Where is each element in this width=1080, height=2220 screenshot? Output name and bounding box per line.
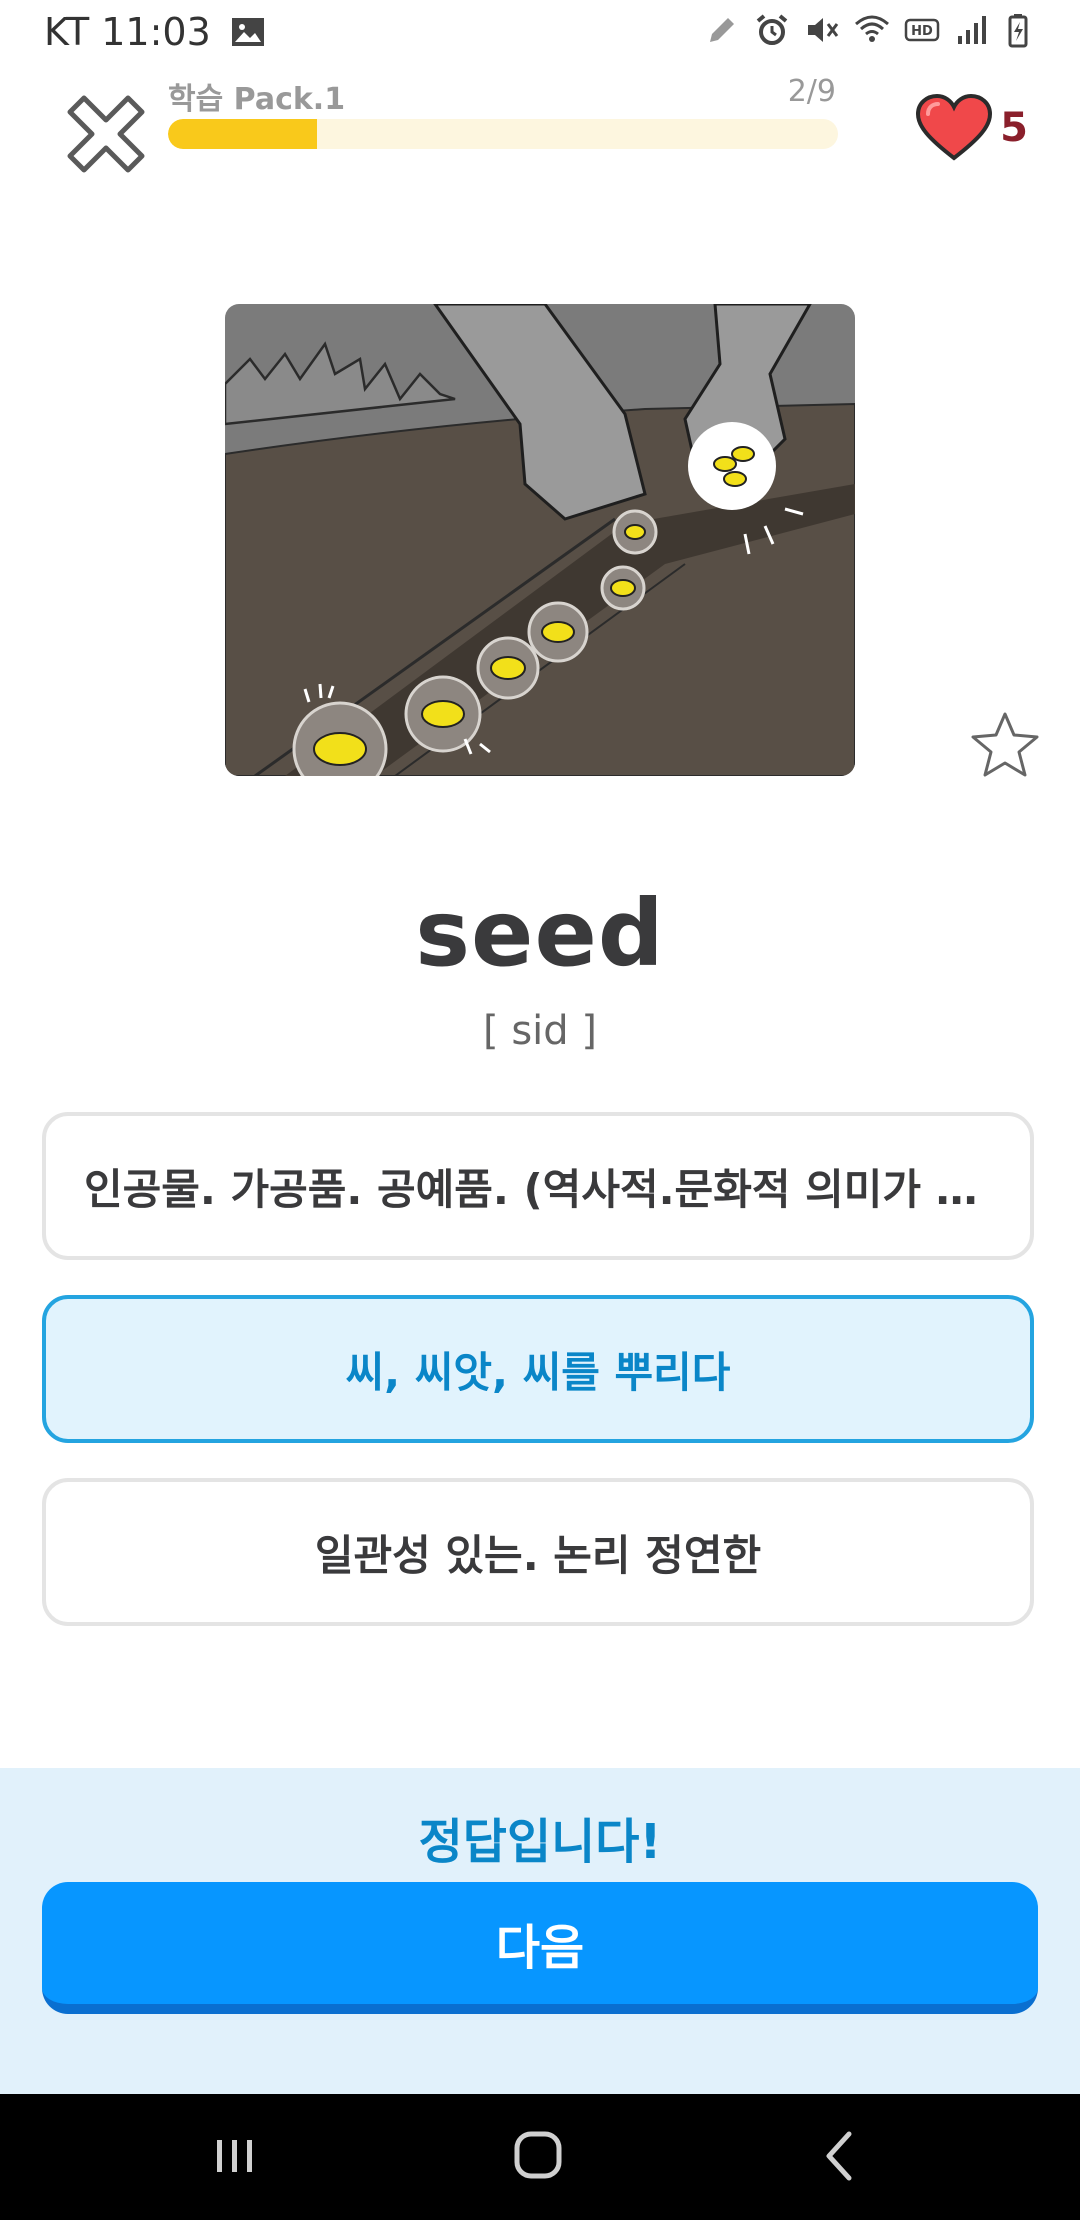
- pronunciation: [ sid ]: [483, 1008, 597, 1054]
- answer-option-1[interactable]: 인공물. 가공품. 공예품. (역사적.문화적 의미가 있는 물건): [42, 1112, 1034, 1260]
- carrier-time: KT 11:03: [44, 10, 211, 54]
- hd-icon: HD: [904, 18, 940, 42]
- top-bar: 학습 Pack.1 2/9 5: [0, 64, 1080, 194]
- wifi-icon: [855, 15, 889, 42]
- next-button-label: 다음: [495, 1920, 585, 1976]
- battery-icon: [1008, 14, 1028, 48]
- feedback-panel: 정답입니다! 다음: [0, 1768, 1080, 2094]
- alarm-icon: [756, 14, 788, 45]
- pen-icon: [710, 18, 734, 42]
- pack-label: 학습 Pack.1: [168, 82, 346, 117]
- answer-option-2-selected[interactable]: 씨, 씨앗, 씨를 뿌리다: [42, 1295, 1034, 1443]
- svg-text:HD: HD: [911, 24, 933, 39]
- home-icon[interactable]: [503, 2124, 573, 2188]
- word-illustration: [225, 304, 855, 776]
- answer-option-2-text: 씨, 씨앗, 씨를 뿌리다: [345, 1347, 731, 1397]
- close-icon[interactable]: [66, 94, 146, 174]
- status-icons: HD: [704, 12, 1040, 48]
- next-button[interactable]: 다음: [42, 1882, 1038, 2014]
- answer-option-3[interactable]: 일관성 있는. 논리 정연한: [42, 1478, 1034, 1626]
- back-icon[interactable]: [805, 2124, 875, 2188]
- hearts-counter: 5: [916, 94, 1028, 162]
- heart-icon: [916, 94, 993, 161]
- feedback-message: 정답입니다!: [418, 1814, 662, 1870]
- status-bar: KT 11:03 HD: [0, 0, 1080, 64]
- answer-option-1-text: 인공물. 가공품. 공예품. (역사적.문화적 의미가 있는 물건): [84, 1164, 992, 1214]
- progress-bar: [168, 119, 838, 149]
- mute-icon: [808, 18, 839, 42]
- gallery-icon: [231, 18, 264, 46]
- progress-fill: [168, 119, 317, 149]
- signal-icon: [958, 16, 986, 44]
- status-left: KT 11:03: [44, 10, 265, 54]
- system-nav-bar: [0, 2094, 1080, 2220]
- answer-option-3-text: 일관성 있는. 논리 정연한: [314, 1530, 762, 1580]
- bookmark-star-icon[interactable]: [970, 710, 1040, 780]
- hearts-count: 5: [1000, 105, 1028, 151]
- vocab-word: seed: [415, 880, 665, 987]
- progress-count: 2/9: [787, 74, 836, 109]
- recent-apps-icon[interactable]: [200, 2124, 270, 2188]
